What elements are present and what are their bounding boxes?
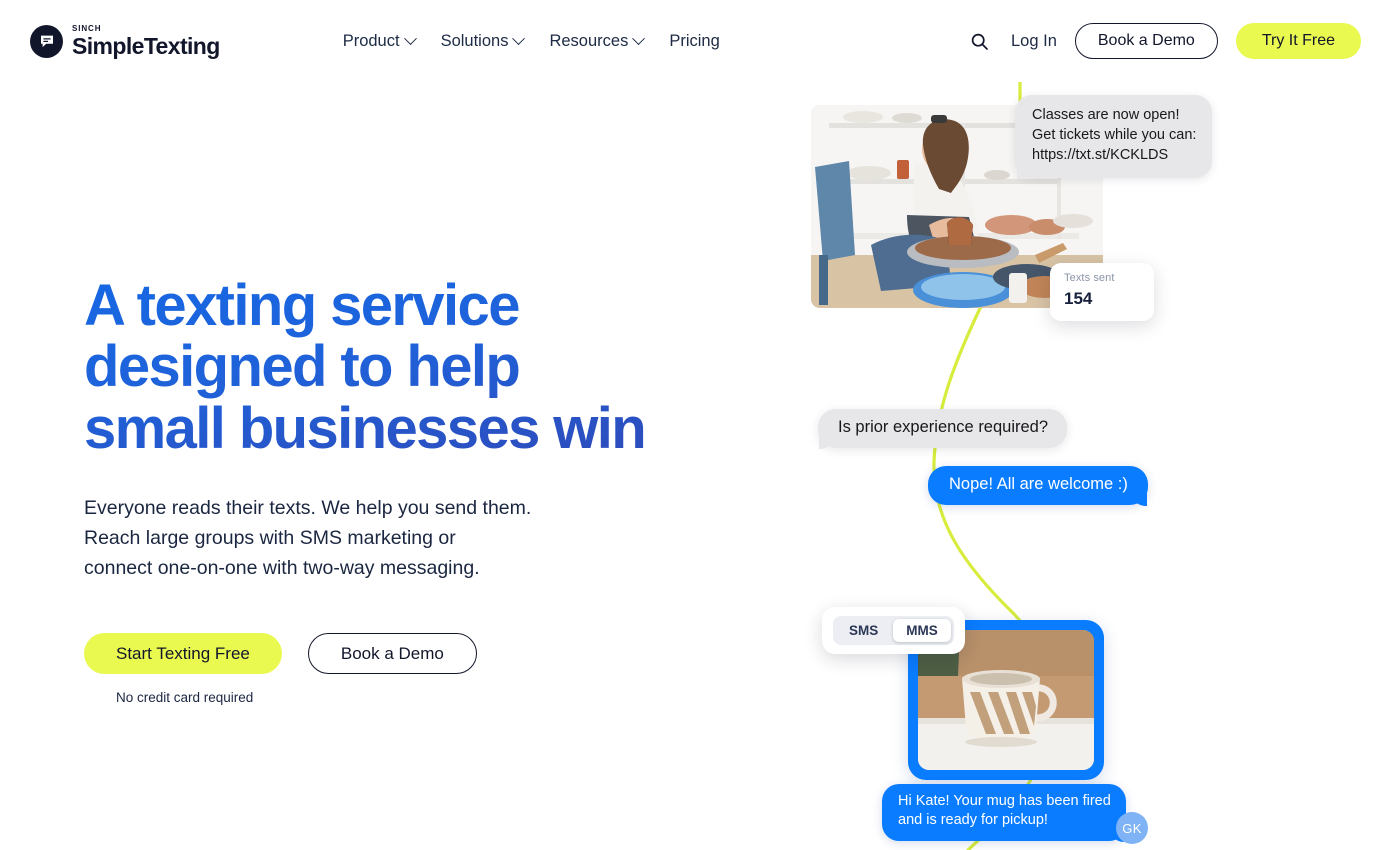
outgoing-message-bubble: Nope! All are welcome :) xyxy=(928,466,1148,506)
final-message-bubble: Hi Kate! Your mug has been fired and is … xyxy=(882,784,1126,842)
hero-cta-row: Start Texting Free Book a Demo xyxy=(84,633,724,675)
logo-wordmark: SimpleTexting xyxy=(72,32,220,59)
hero-subheading: Everyone reads their texts. We help you … xyxy=(84,497,532,580)
chevron-down-icon xyxy=(403,31,417,45)
hero-content: A texting service designed to help small… xyxy=(84,275,724,705)
avatar: GK xyxy=(1116,812,1148,844)
nav-label: Pricing xyxy=(669,31,720,50)
logo[interactable]: SINCH SimpleTexting xyxy=(30,23,220,59)
nav-label: Product xyxy=(342,31,400,50)
hero-showcase: Classes are now open! Get tickets while … xyxy=(760,0,1389,850)
toggle-option-mms[interactable]: MMS xyxy=(893,619,951,642)
login-link[interactable]: Log In xyxy=(1011,32,1057,51)
no-credit-card-note: No credit card required xyxy=(116,690,254,706)
sms-mms-toggle-card: SMS MMS xyxy=(822,607,965,654)
promo-message-bubble: Classes are now open! Get tickets while … xyxy=(1015,95,1213,179)
stat-value: 154 xyxy=(1064,289,1093,308)
logo-sinch-text: SINCH xyxy=(72,23,102,33)
nav-label: Solutions xyxy=(440,31,509,50)
nav-item-solutions[interactable]: Solutions xyxy=(440,31,526,51)
nav-item-product[interactable]: Product xyxy=(342,31,417,51)
header-actions: Log In Book a Demo Try It Free xyxy=(966,23,1361,59)
search-icon[interactable] xyxy=(966,28,993,55)
chat-bubble-icon xyxy=(30,24,63,58)
book-demo-button-hero[interactable]: Book a Demo xyxy=(307,633,477,675)
try-it-free-button[interactable]: Try It Free xyxy=(1235,23,1361,59)
stat-label: Texts sent xyxy=(1064,272,1115,284)
nav-item-pricing[interactable]: Pricing xyxy=(669,32,719,51)
site-header: SINCH SimpleTexting Product Solutions Re… xyxy=(0,0,1389,82)
chevron-down-icon xyxy=(512,31,526,45)
page-title: A texting service designed to help small… xyxy=(84,275,724,460)
start-texting-free-button[interactable]: Start Texting Free xyxy=(84,633,282,675)
nav-label: Resources xyxy=(549,31,629,50)
nav-item-resources[interactable]: Resources xyxy=(549,31,646,51)
toggle-option-sms[interactable]: SMS xyxy=(836,619,891,642)
texts-sent-stat-card: Texts sent 154 xyxy=(1050,263,1154,321)
chevron-down-icon xyxy=(632,31,646,45)
sms-mms-toggle[interactable]: SMS MMS xyxy=(833,616,954,645)
main-navigation: Product Solutions Resources Pricing xyxy=(343,32,720,51)
book-demo-button-header[interactable]: Book a Demo xyxy=(1074,23,1218,59)
incoming-message-bubble: Is prior experience required? xyxy=(818,409,1068,449)
